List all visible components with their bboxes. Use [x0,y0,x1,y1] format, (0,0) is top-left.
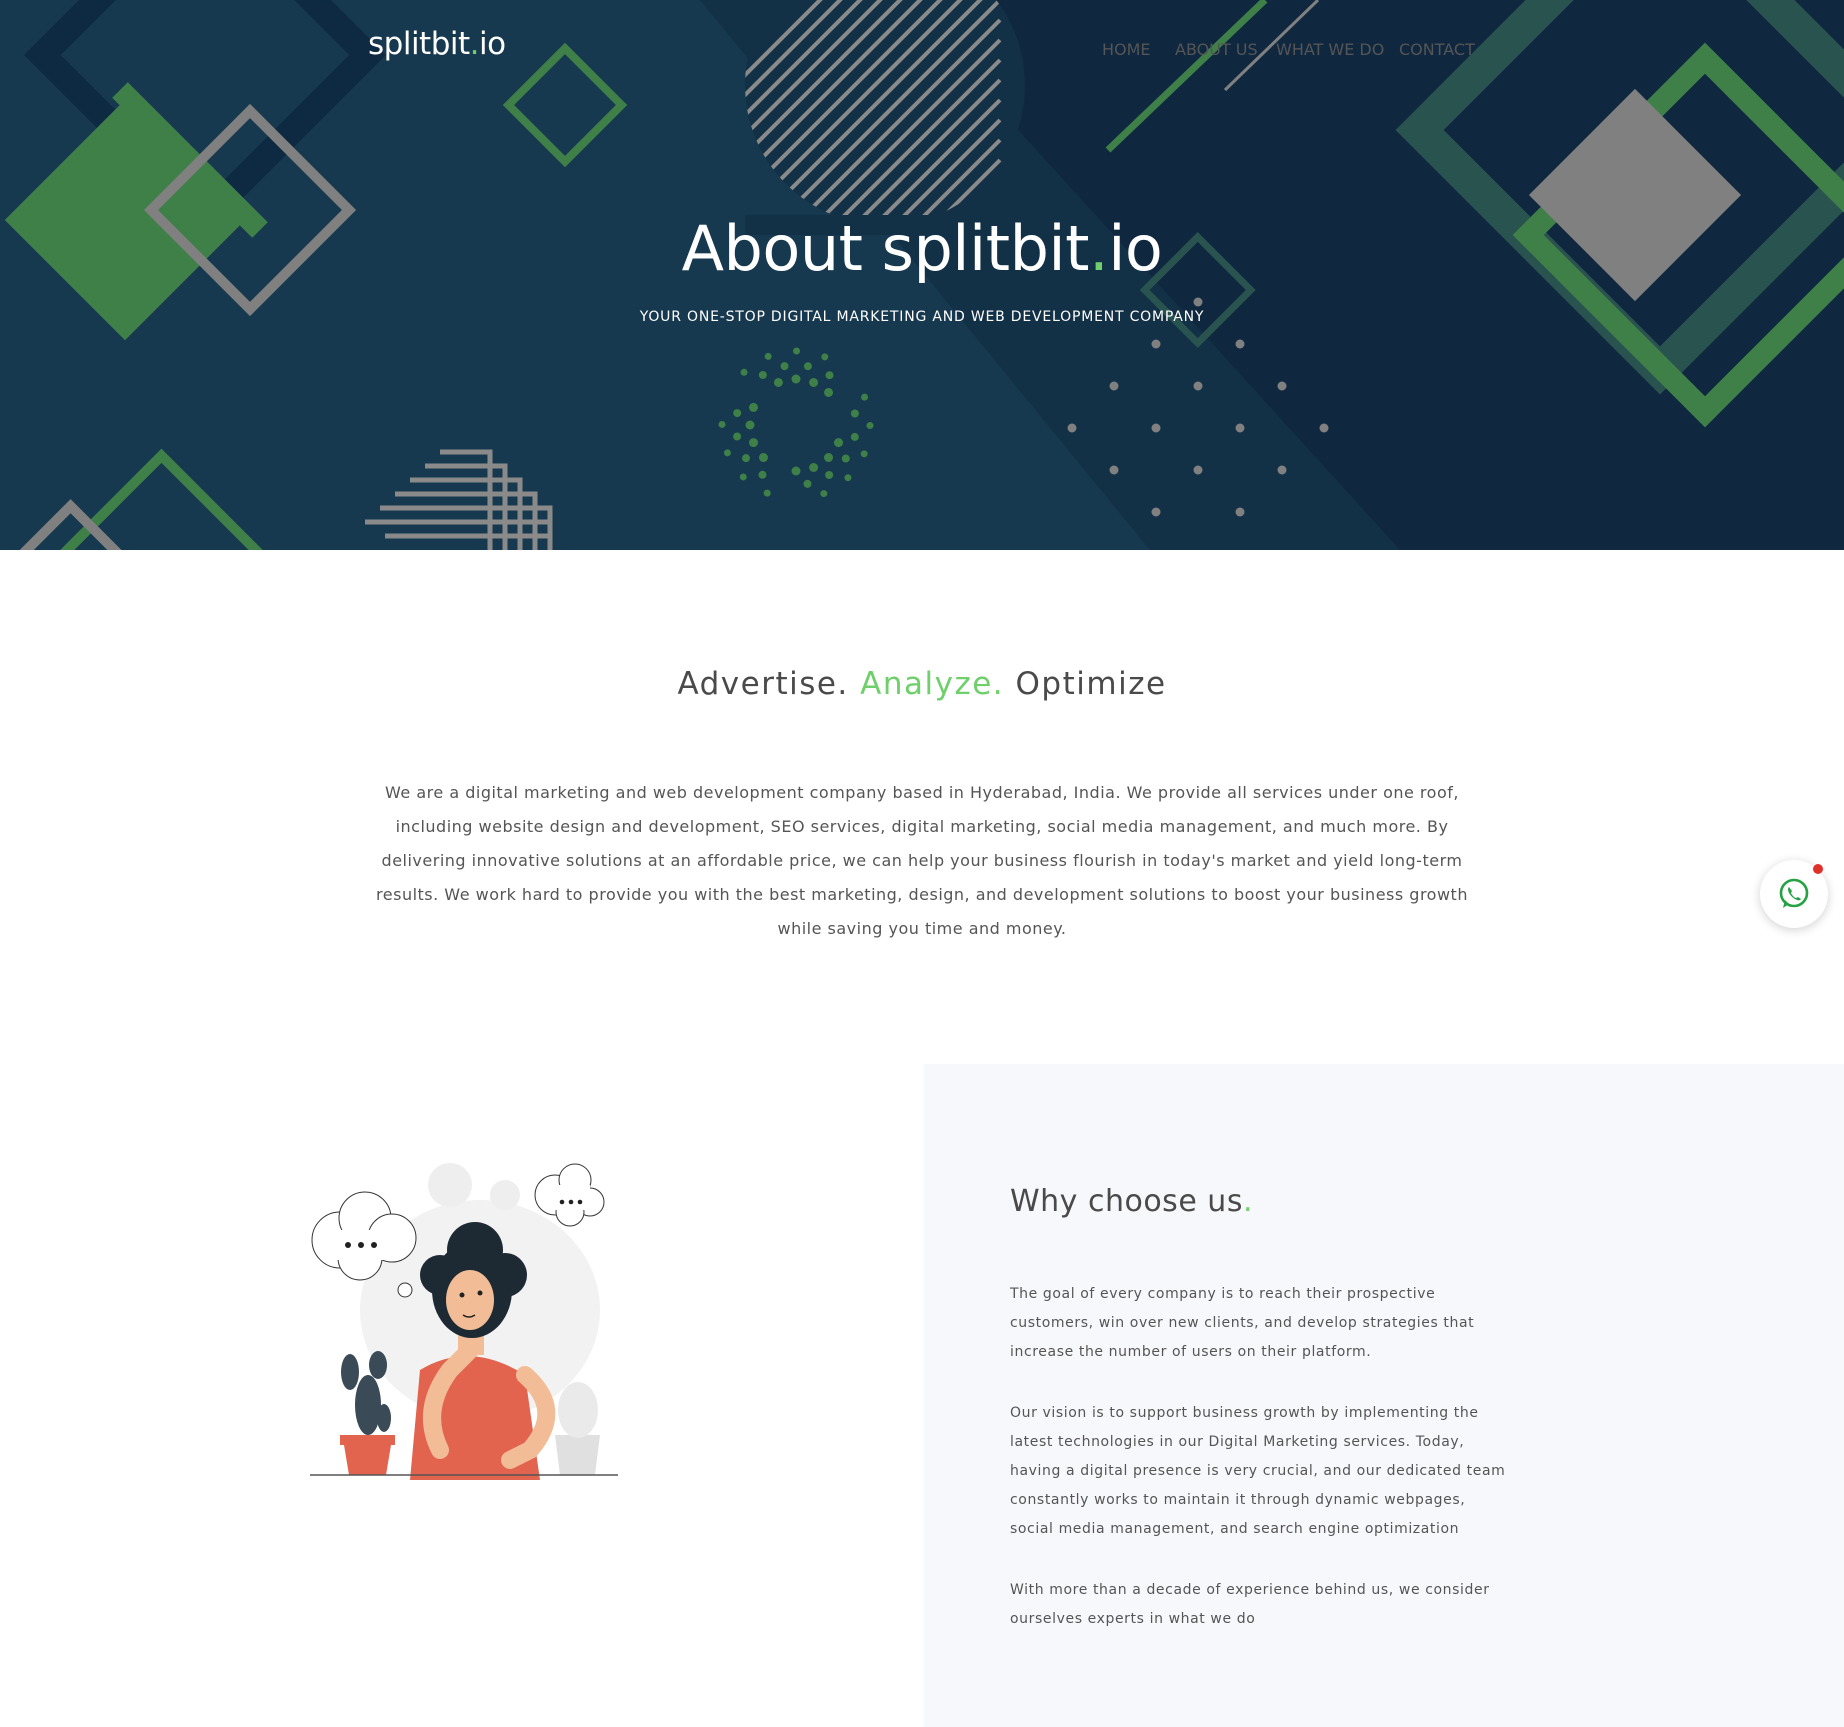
thinking-woman-illustration [310,1163,618,1480]
hero-banner: splitbit.io HOME ABOUT US WHAT WE DO CON… [0,0,1844,550]
nav-item-what-we-do[interactable]: WHAT WE DO [1276,40,1384,59]
tagline-heading: Advertise. Analyze. Optimize [677,666,1167,702]
page-subtitle: YOUR ONE-STOP DIGITAL MARKETING AND WEB … [639,309,1205,325]
about-intro-text: We are a digital marketing and web devel… [376,783,1468,938]
nav-item-about-us[interactable]: ABOUT US [1175,40,1258,59]
why-paragraph-2: Our vision is to support business growth… [1010,1405,1506,1537]
why-paragraph-3: With more than a decade of experience be… [1010,1582,1490,1627]
notification-dot [1813,864,1823,874]
site-logo[interactable]: splitbit.io [368,26,506,62]
nav-item-contact[interactable]: CONTACT [1399,40,1475,59]
why-choose-heading: Why choose us. [1010,1184,1253,1219]
why-paragraph-1: The goal of every company is to reach th… [1010,1286,1475,1360]
whatsapp-icon [1779,878,1809,908]
page-title: About splitbit.io [681,212,1163,285]
nav-item-home[interactable]: HOME [1102,40,1151,59]
